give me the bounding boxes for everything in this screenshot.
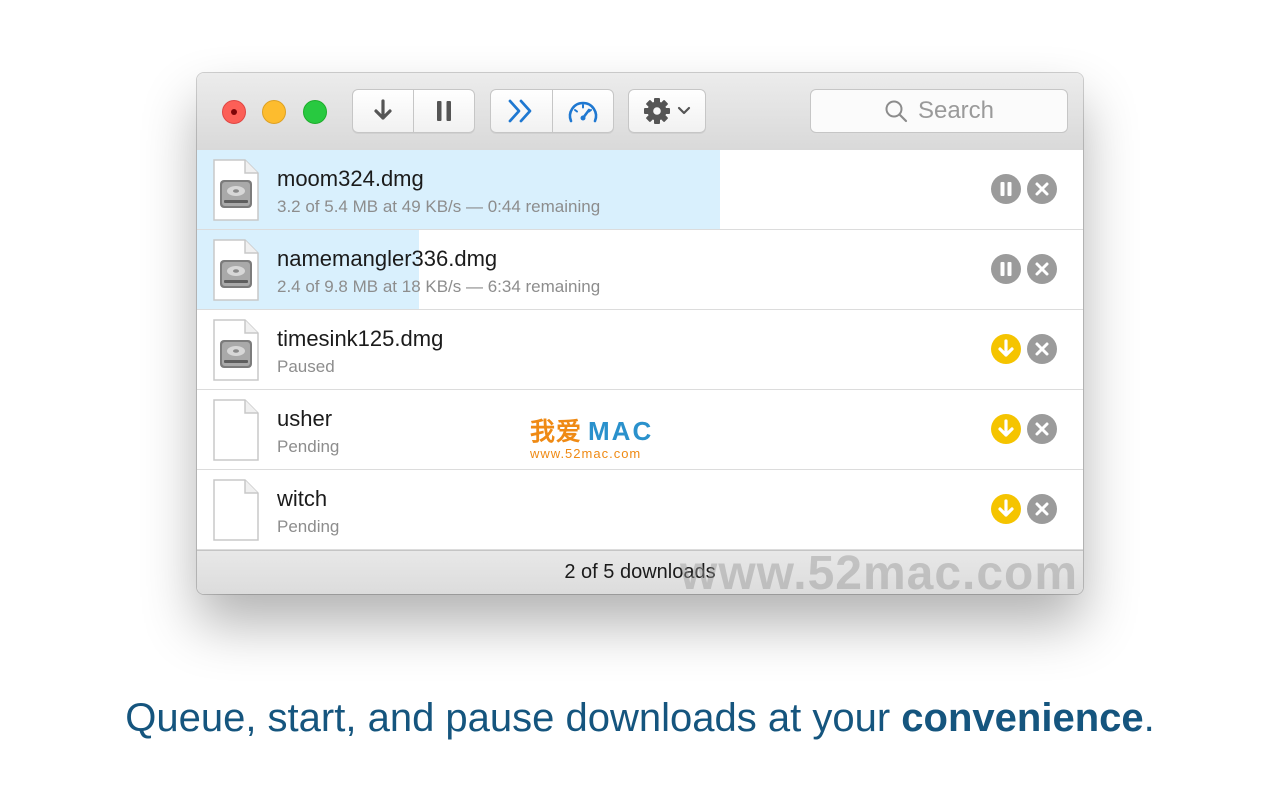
queue-controls (490, 89, 614, 133)
zoom-window-button[interactable] (303, 100, 327, 124)
file-status: Paused (277, 357, 335, 376)
blank-document-icon (212, 398, 260, 467)
file-name: witch (277, 486, 328, 511)
toolbar: Search (197, 73, 1083, 151)
close-circle-icon (1027, 254, 1057, 288)
watermark-url: www.52mac.com (530, 446, 642, 461)
search-placeholder: Search (917, 97, 995, 124)
file-name: moom324.dmg (277, 166, 424, 191)
file-name: namemangler336.dmg (277, 246, 498, 271)
row-actions (991, 254, 1057, 284)
double-chevron-icon (508, 99, 532, 123)
download-row[interactable]: witch Pending (197, 470, 1083, 550)
watermark-large: www.52mac.com (680, 547, 1079, 600)
download-row[interactable]: timesink125.dmg Paused (197, 310, 1083, 390)
row-actions (991, 414, 1057, 444)
download-all-button[interactable] (353, 90, 413, 132)
pause-button[interactable] (991, 174, 1021, 204)
download-circle-icon (991, 334, 1021, 368)
downloads-list: moom324.dmg 3.2 of 5.4 MB at 49 KB/s — 0:… (197, 150, 1083, 550)
settings-button-content (629, 90, 705, 132)
file-status: Pending (277, 437, 340, 456)
progress-bar (197, 150, 720, 229)
file-name: usher (277, 406, 333, 431)
cancel-button[interactable] (1027, 414, 1057, 444)
close-window-button[interactable] (222, 100, 246, 124)
pause-circle-icon (991, 254, 1021, 288)
close-circle-icon (1027, 414, 1057, 448)
disk-image-icon (212, 318, 260, 387)
cancel-button[interactable] (1027, 174, 1057, 204)
download-arrow-icon (374, 99, 392, 120)
resume-button[interactable] (991, 494, 1021, 524)
watermark-logo: 我爱 MAC www.52mac.com (530, 412, 670, 461)
watermark-cn: 我爱 (530, 418, 583, 446)
row-actions (991, 174, 1057, 204)
cancel-button[interactable] (1027, 494, 1057, 524)
row-actions (991, 334, 1057, 364)
start-queue-button[interactable] (491, 90, 552, 132)
close-circle-icon (1027, 494, 1057, 528)
pause-circle-icon (991, 174, 1021, 208)
tagline: Queue, start, and pause downloads at you… (0, 696, 1280, 741)
download-circle-icon (991, 414, 1021, 448)
tagline-end: . (1143, 696, 1155, 740)
download-circle-icon (991, 494, 1021, 528)
download-row[interactable]: moom324.dmg 3.2 of 5.4 MB at 49 KB/s — 0:… (197, 150, 1083, 230)
disk-image-icon (212, 238, 260, 307)
resume-button[interactable] (991, 334, 1021, 364)
minimize-window-button[interactable] (262, 100, 286, 124)
download-controls (352, 89, 475, 133)
tagline-bold: convenience (901, 696, 1144, 740)
speedometer-icon (568, 101, 598, 123)
cancel-button[interactable] (1027, 254, 1057, 284)
file-status: Pending (277, 517, 340, 536)
pause-icon (437, 101, 451, 121)
pause-all-button[interactable] (413, 90, 474, 132)
watermark-en: MAC (588, 416, 654, 446)
cancel-button[interactable] (1027, 334, 1057, 364)
chevron-down-icon (677, 106, 691, 115)
download-row[interactable]: namemangler336.dmg 2.4 of 9.8 MB at 18 KB… (197, 230, 1083, 310)
search-icon (885, 100, 908, 123)
settings-menu-button[interactable] (628, 89, 706, 133)
close-circle-icon (1027, 174, 1057, 208)
file-status: 2.4 of 9.8 MB at 18 KB/s — 6:34 remainin… (277, 277, 601, 296)
disk-image-icon (212, 158, 260, 227)
speed-limit-button[interactable] (551, 90, 614, 132)
file-status: 3.2 of 5.4 MB at 49 KB/s — 0:44 remainin… (277, 197, 601, 216)
close-circle-icon (1027, 334, 1057, 368)
search-field[interactable]: Search (810, 89, 1068, 133)
pause-button[interactable] (991, 254, 1021, 284)
file-name: timesink125.dmg (277, 326, 444, 351)
resume-button[interactable] (991, 414, 1021, 444)
blank-document-icon (212, 478, 260, 547)
gear-icon (644, 98, 670, 124)
tagline-text: Queue, start, and pause downloads at you… (125, 696, 902, 740)
row-actions (991, 494, 1057, 524)
downloads-window: Search moom324.dmg 3.2 of 5.4 MB at 49 KB… (197, 73, 1083, 594)
